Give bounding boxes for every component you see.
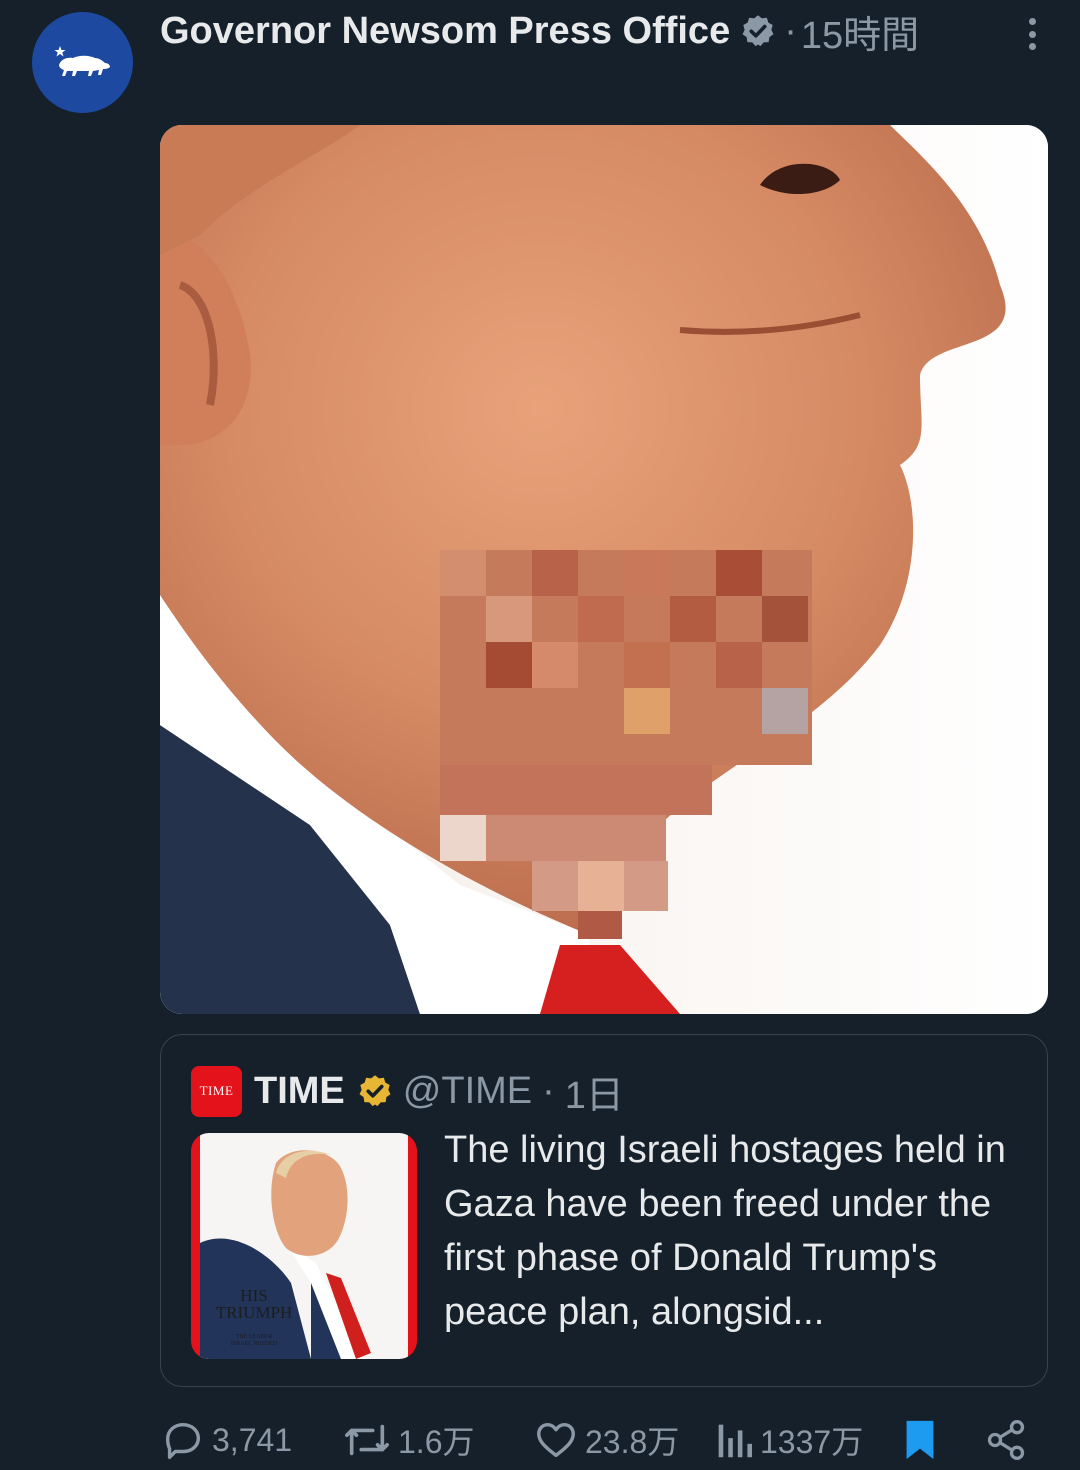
quote-text: The living Israeli hostages held in Gaza… — [444, 1129, 1006, 1333]
more-options-icon[interactable] — [1012, 12, 1052, 56]
view-count: 1337万 — [760, 1424, 864, 1460]
like-button[interactable]: 23.8万 — [533, 1410, 679, 1470]
share-button[interactable] — [984, 1410, 1028, 1470]
verified-gold-icon — [357, 1073, 393, 1109]
repost-icon — [345, 1424, 389, 1456]
reply-button[interactable]: 3,741 — [160, 1410, 292, 1470]
time-logo-avatar[interactable]: TIME — [191, 1065, 242, 1117]
action-bar: 3,741 1.6万 23.8万 1337万 — [0, 1410, 1080, 1470]
heart-icon — [537, 1422, 575, 1458]
reply-count: 3,741 — [212, 1421, 293, 1458]
bookmark-icon — [906, 1420, 934, 1460]
author-avatar[interactable] — [32, 12, 133, 113]
header-separator: · — [784, 9, 797, 52]
quote-author-name[interactable]: TIME — [254, 1070, 345, 1113]
bookmark-button[interactable] — [900, 1410, 940, 1470]
cover-sub-line1: THE LEADER — [236, 1334, 273, 1340]
california-bear-icon — [54, 45, 110, 76]
verified-check-icon — [740, 13, 776, 49]
magazine-cover-icon: HIS TRIUMPH THE LEADER ISRAEL NEEDED — [191, 1133, 417, 1359]
quote-handle: @TIME — [402, 1069, 533, 1112]
quoted-post[interactable]: TIME TIME @TIME · 1日 HIS TRIUMPH THE LEA… — [160, 1034, 1048, 1387]
post-image[interactable] — [160, 125, 1048, 1014]
share-icon — [987, 1420, 1025, 1460]
repost-button[interactable]: 1.6万 — [342, 1410, 475, 1470]
views-button[interactable]: 1337万 — [714, 1410, 863, 1470]
post-time[interactable]: 15時間 — [801, 4, 919, 59]
like-count: 23.8万 — [585, 1424, 680, 1460]
photo-icon — [160, 125, 1048, 1014]
post-header: Governor Newsom Press Office · 15時間 — [160, 4, 1040, 59]
quote-time: 1日 — [564, 1074, 624, 1117]
quote-separator: · — [542, 1069, 555, 1112]
author-name[interactable]: Governor Newsom Press Office — [160, 10, 730, 53]
cover-title-line2: TRIUMPH — [216, 1303, 293, 1322]
cover-sub-line2: ISRAEL NEEDED — [231, 1341, 278, 1347]
quote-thumbnail[interactable]: HIS TRIUMPH THE LEADER ISRAEL NEEDED — [191, 1133, 417, 1359]
analytics-icon — [718, 1424, 753, 1458]
quote-header: TIME TIME @TIME · 1日 — [191, 1065, 624, 1117]
reply-icon — [165, 1422, 201, 1459]
repost-count: 1.6万 — [398, 1424, 475, 1460]
